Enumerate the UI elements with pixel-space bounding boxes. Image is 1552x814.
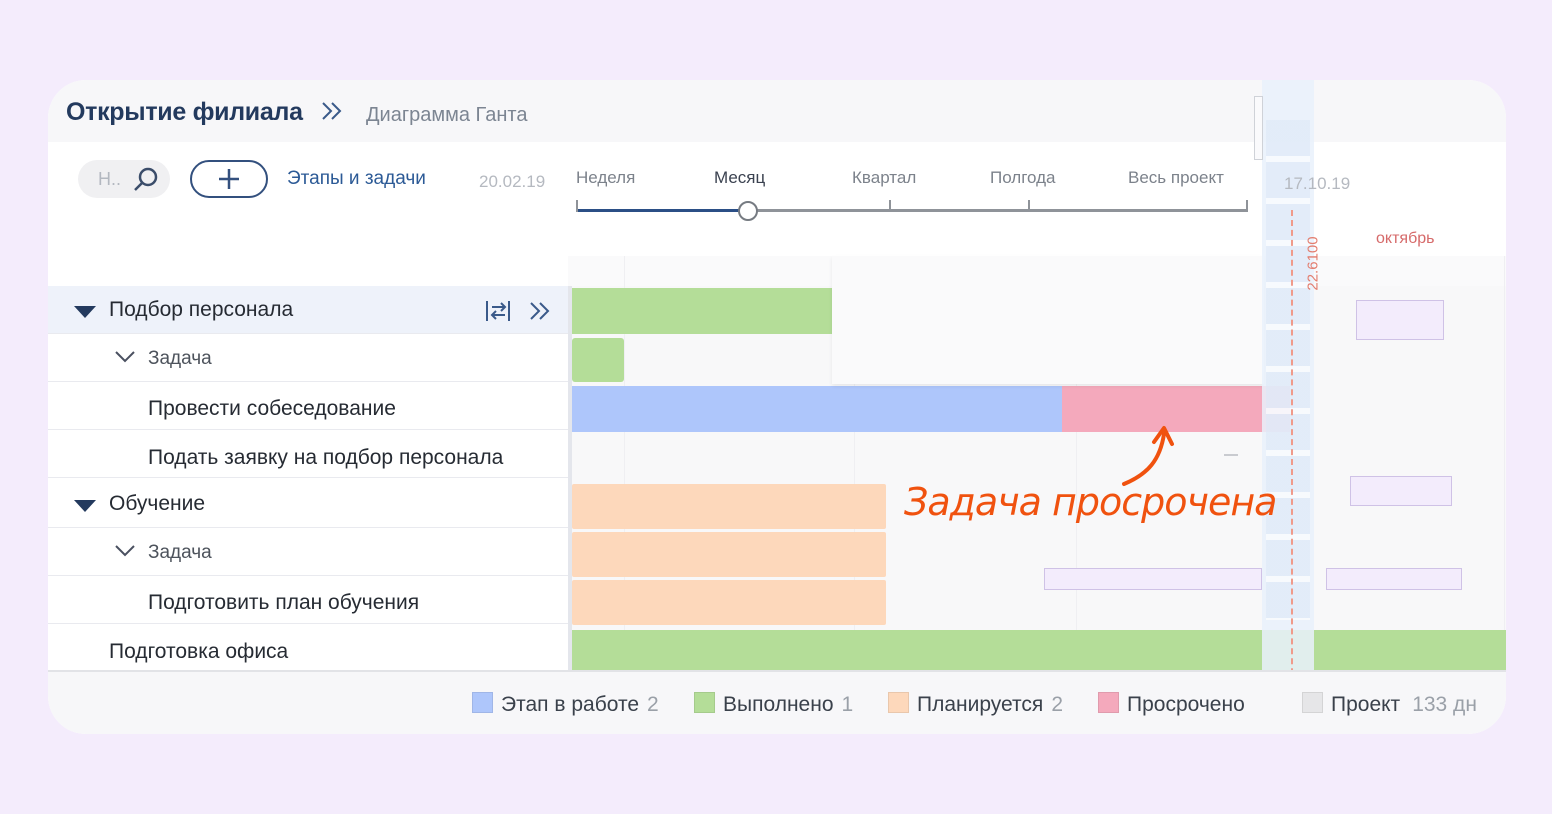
gantt-bar-planned[interactable] xyxy=(572,484,886,529)
tree-row-group[interactable]: Задача xyxy=(48,528,568,576)
header-right xyxy=(568,80,1506,142)
add-button[interactable] xyxy=(190,160,268,198)
legend-swatch xyxy=(888,692,909,713)
tree-row-group[interactable]: Задача xyxy=(48,334,568,382)
scale-week[interactable]: Неделя xyxy=(576,168,635,188)
collapse-triangle-icon[interactable] xyxy=(74,500,96,512)
gantt-bar-completed[interactable] xyxy=(572,288,832,334)
project-end-date: 17.10.19 xyxy=(1284,174,1351,193)
chevron-down-icon[interactable] xyxy=(114,544,136,558)
scrollbar-handle[interactable] xyxy=(1254,96,1263,160)
expand-double-chevron-icon[interactable] xyxy=(528,300,552,322)
tasks-link[interactable]: Этапы и задачи xyxy=(287,168,426,190)
tree-row-task[interactable]: Подготовить план обучения xyxy=(48,576,568,624)
breadcrumb[interactable]: Диаграмма Ганта xyxy=(366,104,528,127)
row-label: Задача xyxy=(148,542,212,563)
tree-row-stage[interactable]: Подбор персонала xyxy=(48,286,568,334)
legend-item-overdue: Просрочено xyxy=(1098,692,1245,717)
scale-tick xyxy=(1028,200,1030,212)
legend-label: Планируется xyxy=(917,693,1044,716)
legend-item-planned: Планируется 2 xyxy=(888,692,1063,717)
legend-label: Проект xyxy=(1331,693,1401,716)
gantt-bar-completed[interactable] xyxy=(572,338,624,382)
collapse-triangle-icon[interactable] xyxy=(74,306,96,318)
row-label: Провести собеседование xyxy=(148,397,396,420)
scale-track-fill xyxy=(576,209,748,212)
scale-whole-project[interactable]: Весь проект xyxy=(1128,168,1224,188)
overdue-annotation: Задача просрочена xyxy=(904,480,1277,524)
row-label: Задача xyxy=(148,348,212,369)
gantt-placeholder-bar xyxy=(1044,568,1262,590)
header: Открытие филиала Диаграмма Ганта xyxy=(48,80,568,142)
scale-half-year[interactable]: Полгода xyxy=(990,168,1056,188)
gantt-placeholder-bar xyxy=(1356,300,1444,340)
legend-item-completed: Выполнено 1 xyxy=(694,692,853,717)
legend-label: Просрочено xyxy=(1127,693,1245,716)
legend-label: Этап в работе xyxy=(501,693,640,716)
gantt-placeholder-bar xyxy=(1326,568,1462,590)
legend-count: 2 xyxy=(1051,693,1063,716)
scale-tick xyxy=(889,200,891,212)
grid-line xyxy=(1504,256,1505,670)
today-column-pattern xyxy=(1266,120,1310,620)
row-label: Подготовка офиса xyxy=(109,640,289,663)
scale-month[interactable]: Месяц xyxy=(714,168,765,188)
row-label: Подготовить план обучения xyxy=(148,591,420,614)
scale-slider-handle[interactable] xyxy=(738,201,758,221)
scale-tick xyxy=(1246,200,1248,212)
today-date-label: 22.6100 xyxy=(1304,236,1322,291)
plus-icon xyxy=(219,169,239,189)
tree-row-task[interactable]: Провести собеседование xyxy=(48,382,568,430)
legend-label: Выполнено xyxy=(723,693,834,716)
gantt-bar-planned[interactable] xyxy=(572,532,886,577)
search-icon[interactable] xyxy=(132,166,160,199)
gantt-bar-in-progress[interactable] xyxy=(572,386,1062,432)
legend-count: 1 xyxy=(841,693,854,716)
legend-swatch xyxy=(472,692,493,713)
chevron-down-icon[interactable] xyxy=(114,350,136,364)
legend-item-project: Проект 133 дн xyxy=(1302,692,1477,717)
legend-swatch xyxy=(1302,692,1323,713)
search-input[interactable]: Н.. xyxy=(78,160,170,198)
scale-quarter[interactable]: Квартал xyxy=(852,168,916,188)
legend-swatch xyxy=(1098,692,1119,713)
page-title: Открытие филиала xyxy=(66,98,303,126)
tooltip-popup xyxy=(832,256,1264,384)
row-label: Подбор персонала xyxy=(109,298,294,321)
month-label: октябрь xyxy=(1376,230,1435,247)
gantt-bar-planned[interactable] xyxy=(572,580,886,625)
legend-count: 133 дн xyxy=(1412,693,1477,716)
chevron-right-double-icon xyxy=(320,100,344,127)
legend-item-in-progress: Этап в работе 2 xyxy=(472,692,659,717)
project-start-date: 20.02.19 xyxy=(479,172,546,191)
divider xyxy=(1224,454,1238,456)
row-label: Подать заявку на подбор персонала xyxy=(148,446,504,469)
row-actions xyxy=(484,298,552,324)
tree-row-task[interactable]: Подать заявку на подбор персонала xyxy=(48,430,568,478)
today-line xyxy=(1291,210,1293,734)
tree-row-stage[interactable]: Обучение xyxy=(48,480,568,528)
row-label: Обучение xyxy=(109,492,206,515)
gantt-bar-completed[interactable] xyxy=(572,630,1506,670)
tree-row-stage[interactable]: Подготовка офиса xyxy=(48,626,568,674)
scale-tick xyxy=(576,200,578,212)
gantt-placeholder-bar xyxy=(1350,476,1452,506)
gantt-card: Открытие филиала Диаграмма Ганта Н.. Эта… xyxy=(48,80,1506,734)
search-placeholder: Н.. xyxy=(98,169,122,189)
legend-count: 2 xyxy=(647,693,659,716)
fit-width-icon[interactable] xyxy=(484,298,514,324)
legend-bar: Этап в работе 2 Выполнено 1 Планируется 2 П… xyxy=(48,670,1506,734)
legend-swatch xyxy=(694,692,715,713)
